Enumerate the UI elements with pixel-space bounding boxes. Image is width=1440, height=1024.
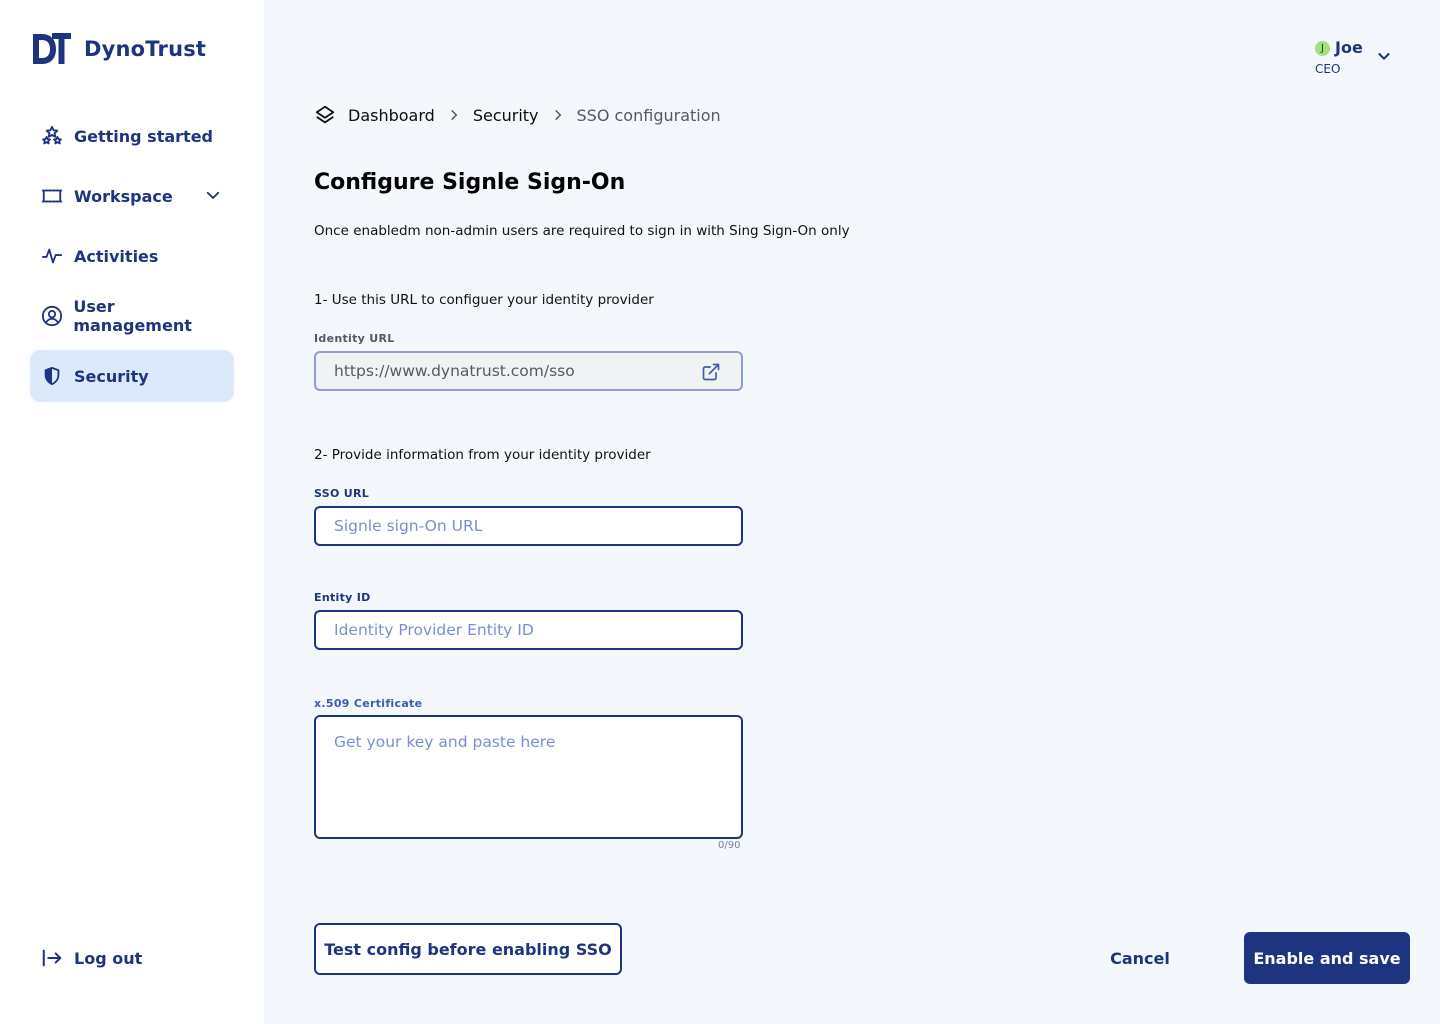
test-config-button[interactable]: Test config before enabling SSO (314, 923, 622, 975)
sidebar-item-label: Workspace (74, 186, 173, 206)
activity-icon (40, 244, 64, 268)
chevron-down-icon[interactable] (1376, 48, 1392, 68)
user-menu[interactable]: J Joe (1315, 38, 1363, 57)
sidebar-item-label: User management (73, 297, 192, 335)
certificate-label: x.509 Certificate (314, 697, 423, 710)
layers-icon (314, 104, 336, 126)
sidebar-item-label: Activities (74, 246, 159, 266)
brand-logo[interactable]: DynoTrust (32, 32, 206, 66)
user-role: CEO (1315, 62, 1341, 76)
stars-icon (40, 124, 64, 148)
certificate-char-counter: 0/90 (718, 840, 741, 851)
cancel-button[interactable]: Cancel (1092, 932, 1188, 984)
sidebar-item-label: Getting started (74, 126, 213, 146)
identity-url-label: Identity URL (314, 332, 395, 345)
step-1-text: 1- Use this URL to configuer your identi… (314, 292, 654, 308)
sso-url-input[interactable]: Signle sign-On URL (314, 506, 743, 546)
sidebar-item-label: Security (74, 366, 149, 386)
breadcrumb: Dashboard Security SSO configuration (314, 104, 721, 126)
breadcrumb-dashboard[interactable]: Dashboard (348, 106, 435, 125)
sidebar-item-workspace[interactable]: Workspace (30, 170, 234, 222)
page-description: Once enabledm non-admin users are requir… (314, 223, 850, 239)
user-name: Joe (1335, 38, 1363, 57)
logout-icon (40, 946, 64, 970)
chevron-right-icon (551, 108, 565, 122)
sidebar-item-user-management[interactable]: User management (30, 290, 234, 342)
dt-logo-icon (33, 33, 71, 64)
brand-name: DynoTrust (84, 37, 207, 61)
step-2-text: 2- Provide information from your identit… (314, 447, 651, 463)
avatar: J (1315, 41, 1330, 56)
chevron-right-icon (447, 108, 461, 122)
chevron-down-icon[interactable] (204, 186, 222, 208)
entity-id-label: Entity ID (314, 591, 371, 604)
sidebar-item-getting-started[interactable]: Getting started (30, 110, 234, 162)
user-circle-icon (40, 304, 63, 328)
sso-url-placeholder: Signle sign-On URL (334, 517, 483, 535)
logout-button[interactable]: Log out (30, 932, 234, 984)
workspace-icon (40, 184, 64, 208)
sidebar-item-security[interactable]: Security (30, 350, 234, 402)
external-link-icon[interactable] (701, 362, 721, 386)
shield-icon (40, 364, 64, 388)
identity-url-field[interactable]: https://www.dynatrust.com/sso (314, 351, 743, 391)
logout-label: Log out (74, 948, 143, 968)
entity-id-placeholder: Identity Provider Entity ID (334, 621, 534, 639)
identity-url-value: https://www.dynatrust.com/sso (334, 362, 575, 380)
breadcrumb-security[interactable]: Security (473, 106, 539, 125)
sidebar-item-activities[interactable]: Activities (30, 230, 234, 282)
breadcrumb-current: SSO configuration (576, 105, 721, 125)
sso-url-label: SSO URL (314, 487, 370, 500)
certificate-textarea[interactable]: Get your key and paste here (314, 715, 743, 839)
sidebar: DynoTrust Getting started Workspace Acti (0, 0, 264, 1024)
entity-id-input[interactable]: Identity Provider Entity ID (314, 610, 743, 650)
page-title: Configure Signle Sign-On (314, 170, 626, 195)
certificate-placeholder: Get your key and paste here (334, 733, 556, 751)
enable-and-save-button[interactable]: Enable and save (1244, 932, 1410, 984)
